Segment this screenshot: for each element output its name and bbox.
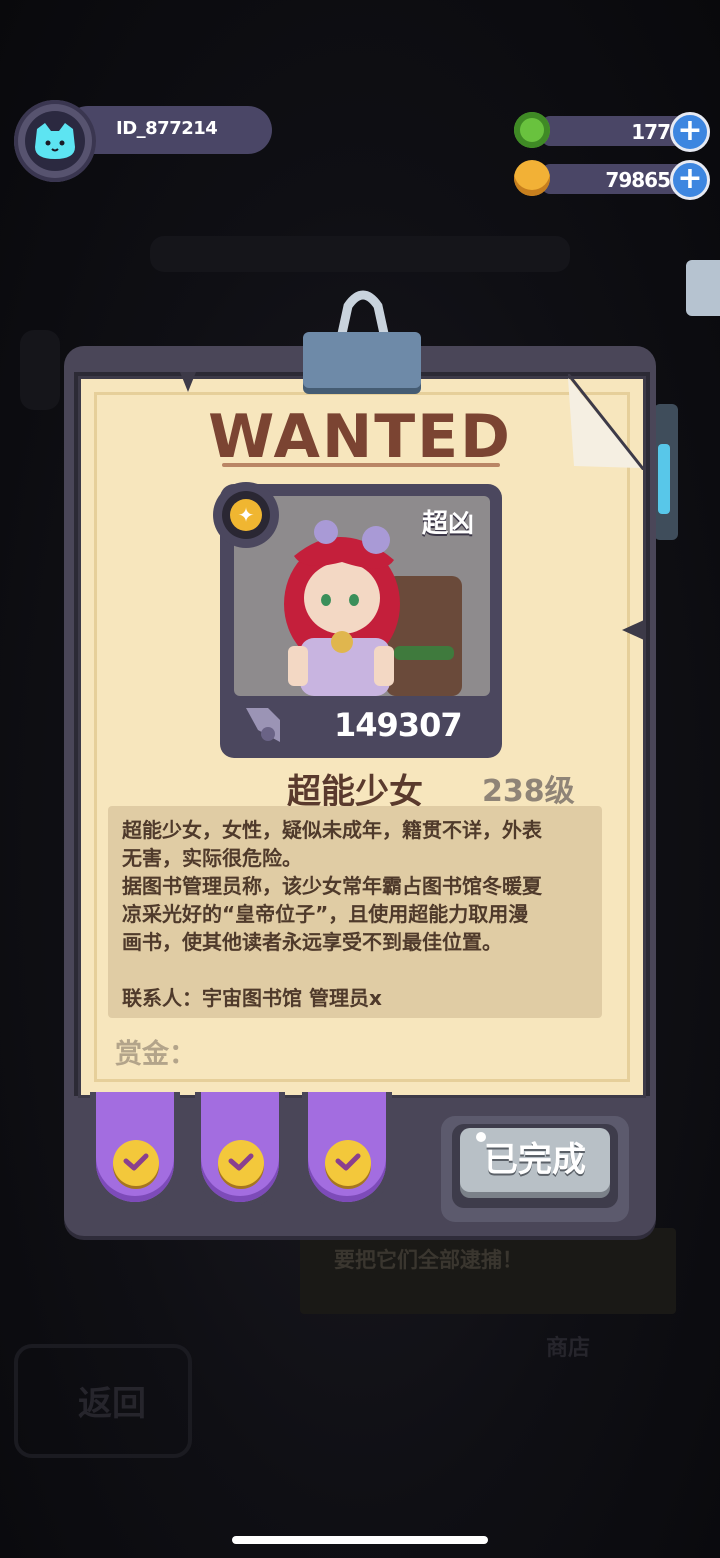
background-panel <box>20 330 60 410</box>
star-badge-icon: ✦ <box>230 499 262 531</box>
danger-tag: 超凶 <box>422 509 475 539</box>
add-gems-button[interactable]: + <box>670 112 710 152</box>
button-shine <box>476 1132 486 1142</box>
avatar-frame[interactable] <box>14 100 96 182</box>
tab-body <box>308 1092 386 1202</box>
tab-body <box>201 1092 279 1202</box>
coin-counter: 79865 + <box>512 160 712 200</box>
background-hint-text: 要把它们全部逮捕！ <box>334 1248 523 1272</box>
target-level: 238级 <box>482 774 575 809</box>
coin-count: 79865 <box>605 168 671 192</box>
side-tool-button[interactable] <box>686 260 720 316</box>
description-line: 超能少女，女性，疑似未成年，籍贯不详，外表 <box>122 818 542 842</box>
description-text: 超能少女，女性，疑似未成年，籍贯不详，外表 无害，实际很危险。 据图书管理员称，… <box>122 816 592 956</box>
contact-line: 联系人：宇宙图书馆 管理员x <box>122 986 382 1010</box>
cat-face-icon <box>25 111 85 171</box>
green-gem-icon <box>514 112 550 148</box>
player-id: ID_877214 <box>116 118 218 139</box>
tab-body <box>96 1092 174 1202</box>
paper-tear <box>180 372 196 392</box>
gem-count: 177 <box>631 120 671 144</box>
check-icon <box>218 1140 264 1186</box>
binder-clip-plate <box>303 332 421 388</box>
stage-tab-2[interactable] <box>195 1092 285 1210</box>
reward-label: 赏金： <box>115 1039 196 1070</box>
gold-planet-coin-icon <box>514 160 550 196</box>
bounty-value: 149307 <box>334 706 463 744</box>
rank-badge: ✦ <box>213 482 279 548</box>
background-panel <box>150 236 570 272</box>
gem-counter: 177 + <box>512 112 712 152</box>
check-icon <box>325 1140 371 1186</box>
poster-title: WANTED <box>208 402 512 472</box>
paper-tear <box>622 620 644 640</box>
description-line: 无害，实际很危险。 <box>122 846 302 870</box>
shop-label: 商店 <box>546 1336 591 1361</box>
player-profile[interactable]: ID_877214 <box>14 100 272 184</box>
title-underline <box>222 463 500 467</box>
stage-tab-1[interactable] <box>90 1092 180 1210</box>
home-indicator[interactable] <box>232 1536 488 1544</box>
description-line: 据图书管理员称，该少女常年霸占图书馆冬暖夏 <box>122 874 542 898</box>
stage-tab-3[interactable] <box>302 1092 392 1210</box>
back-label: 返回 <box>78 1384 146 1424</box>
check-icon <box>113 1140 159 1186</box>
add-coins-button[interactable]: + <box>670 160 710 200</box>
sword-icon <box>246 708 280 742</box>
description-line: 凉采光好的“皇帝位子”，且使用超能力取用漫 <box>122 902 529 926</box>
description-line: 画书，使其他读者永远享受不到最佳位置。 <box>122 930 502 954</box>
